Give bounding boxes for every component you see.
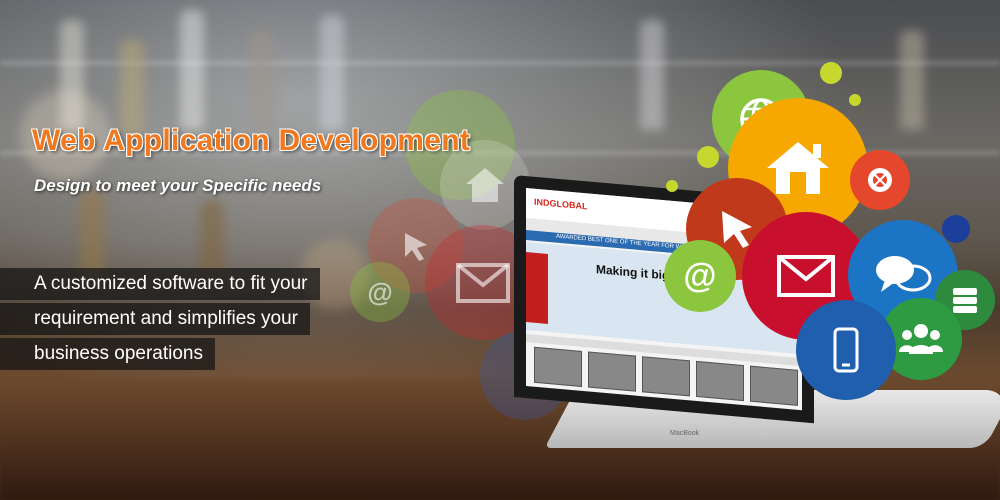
background-bottle <box>180 10 204 130</box>
mail-icon <box>777 255 835 297</box>
background-bottle <box>120 40 144 135</box>
at-icon: @ <box>683 256 717 295</box>
hero-banner: @ Web Application Development Design to … <box>0 0 1000 500</box>
server-icon <box>953 288 977 313</box>
background-bottle <box>250 30 274 130</box>
at-icon: @ <box>367 276 393 307</box>
decorative-dot <box>697 146 719 168</box>
browser-bubble <box>850 150 910 210</box>
description-block: A customized software to fit your requir… <box>0 268 320 373</box>
site-thumbnail <box>642 356 690 397</box>
cursor-icon <box>404 232 427 261</box>
home-icon <box>466 168 504 202</box>
background-bottle <box>80 190 104 280</box>
decorative-dot <box>849 94 861 106</box>
mobile-icon <box>833 327 859 373</box>
background-bottle <box>640 20 664 130</box>
site-red-box <box>526 252 548 324</box>
home-icon <box>767 142 829 194</box>
background-shelf <box>0 60 1000 66</box>
users-icon <box>899 324 943 354</box>
site-logo: INDGLOBAL <box>534 196 588 212</box>
faded-circle: @ <box>350 262 410 322</box>
browser-icon <box>868 168 892 192</box>
site-thumbnail <box>696 360 744 402</box>
page-subtitle: Design to meet your Specific needs <box>34 176 322 195</box>
description-line: A customized software to fit your <box>0 268 320 300</box>
description-line: requirement and simplifies your <box>0 303 311 335</box>
page-title: Web Application Development <box>32 124 471 157</box>
chat-icon <box>876 256 932 292</box>
site-thumbnail <box>534 346 582 387</box>
decorative-dot <box>942 215 970 243</box>
site-thumbnail <box>588 351 636 392</box>
decorative-dot <box>820 62 842 84</box>
laptop-brand: MacBook <box>670 430 700 437</box>
background-bottle <box>320 15 344 130</box>
description-line: business operations <box>0 338 215 370</box>
mobile-bubble <box>796 300 896 400</box>
at-bubble: @ <box>664 240 736 312</box>
site-thumbnail <box>750 365 798 406</box>
background-bottle <box>900 30 924 130</box>
mail-icon <box>455 262 510 303</box>
decorative-dot <box>666 180 678 192</box>
